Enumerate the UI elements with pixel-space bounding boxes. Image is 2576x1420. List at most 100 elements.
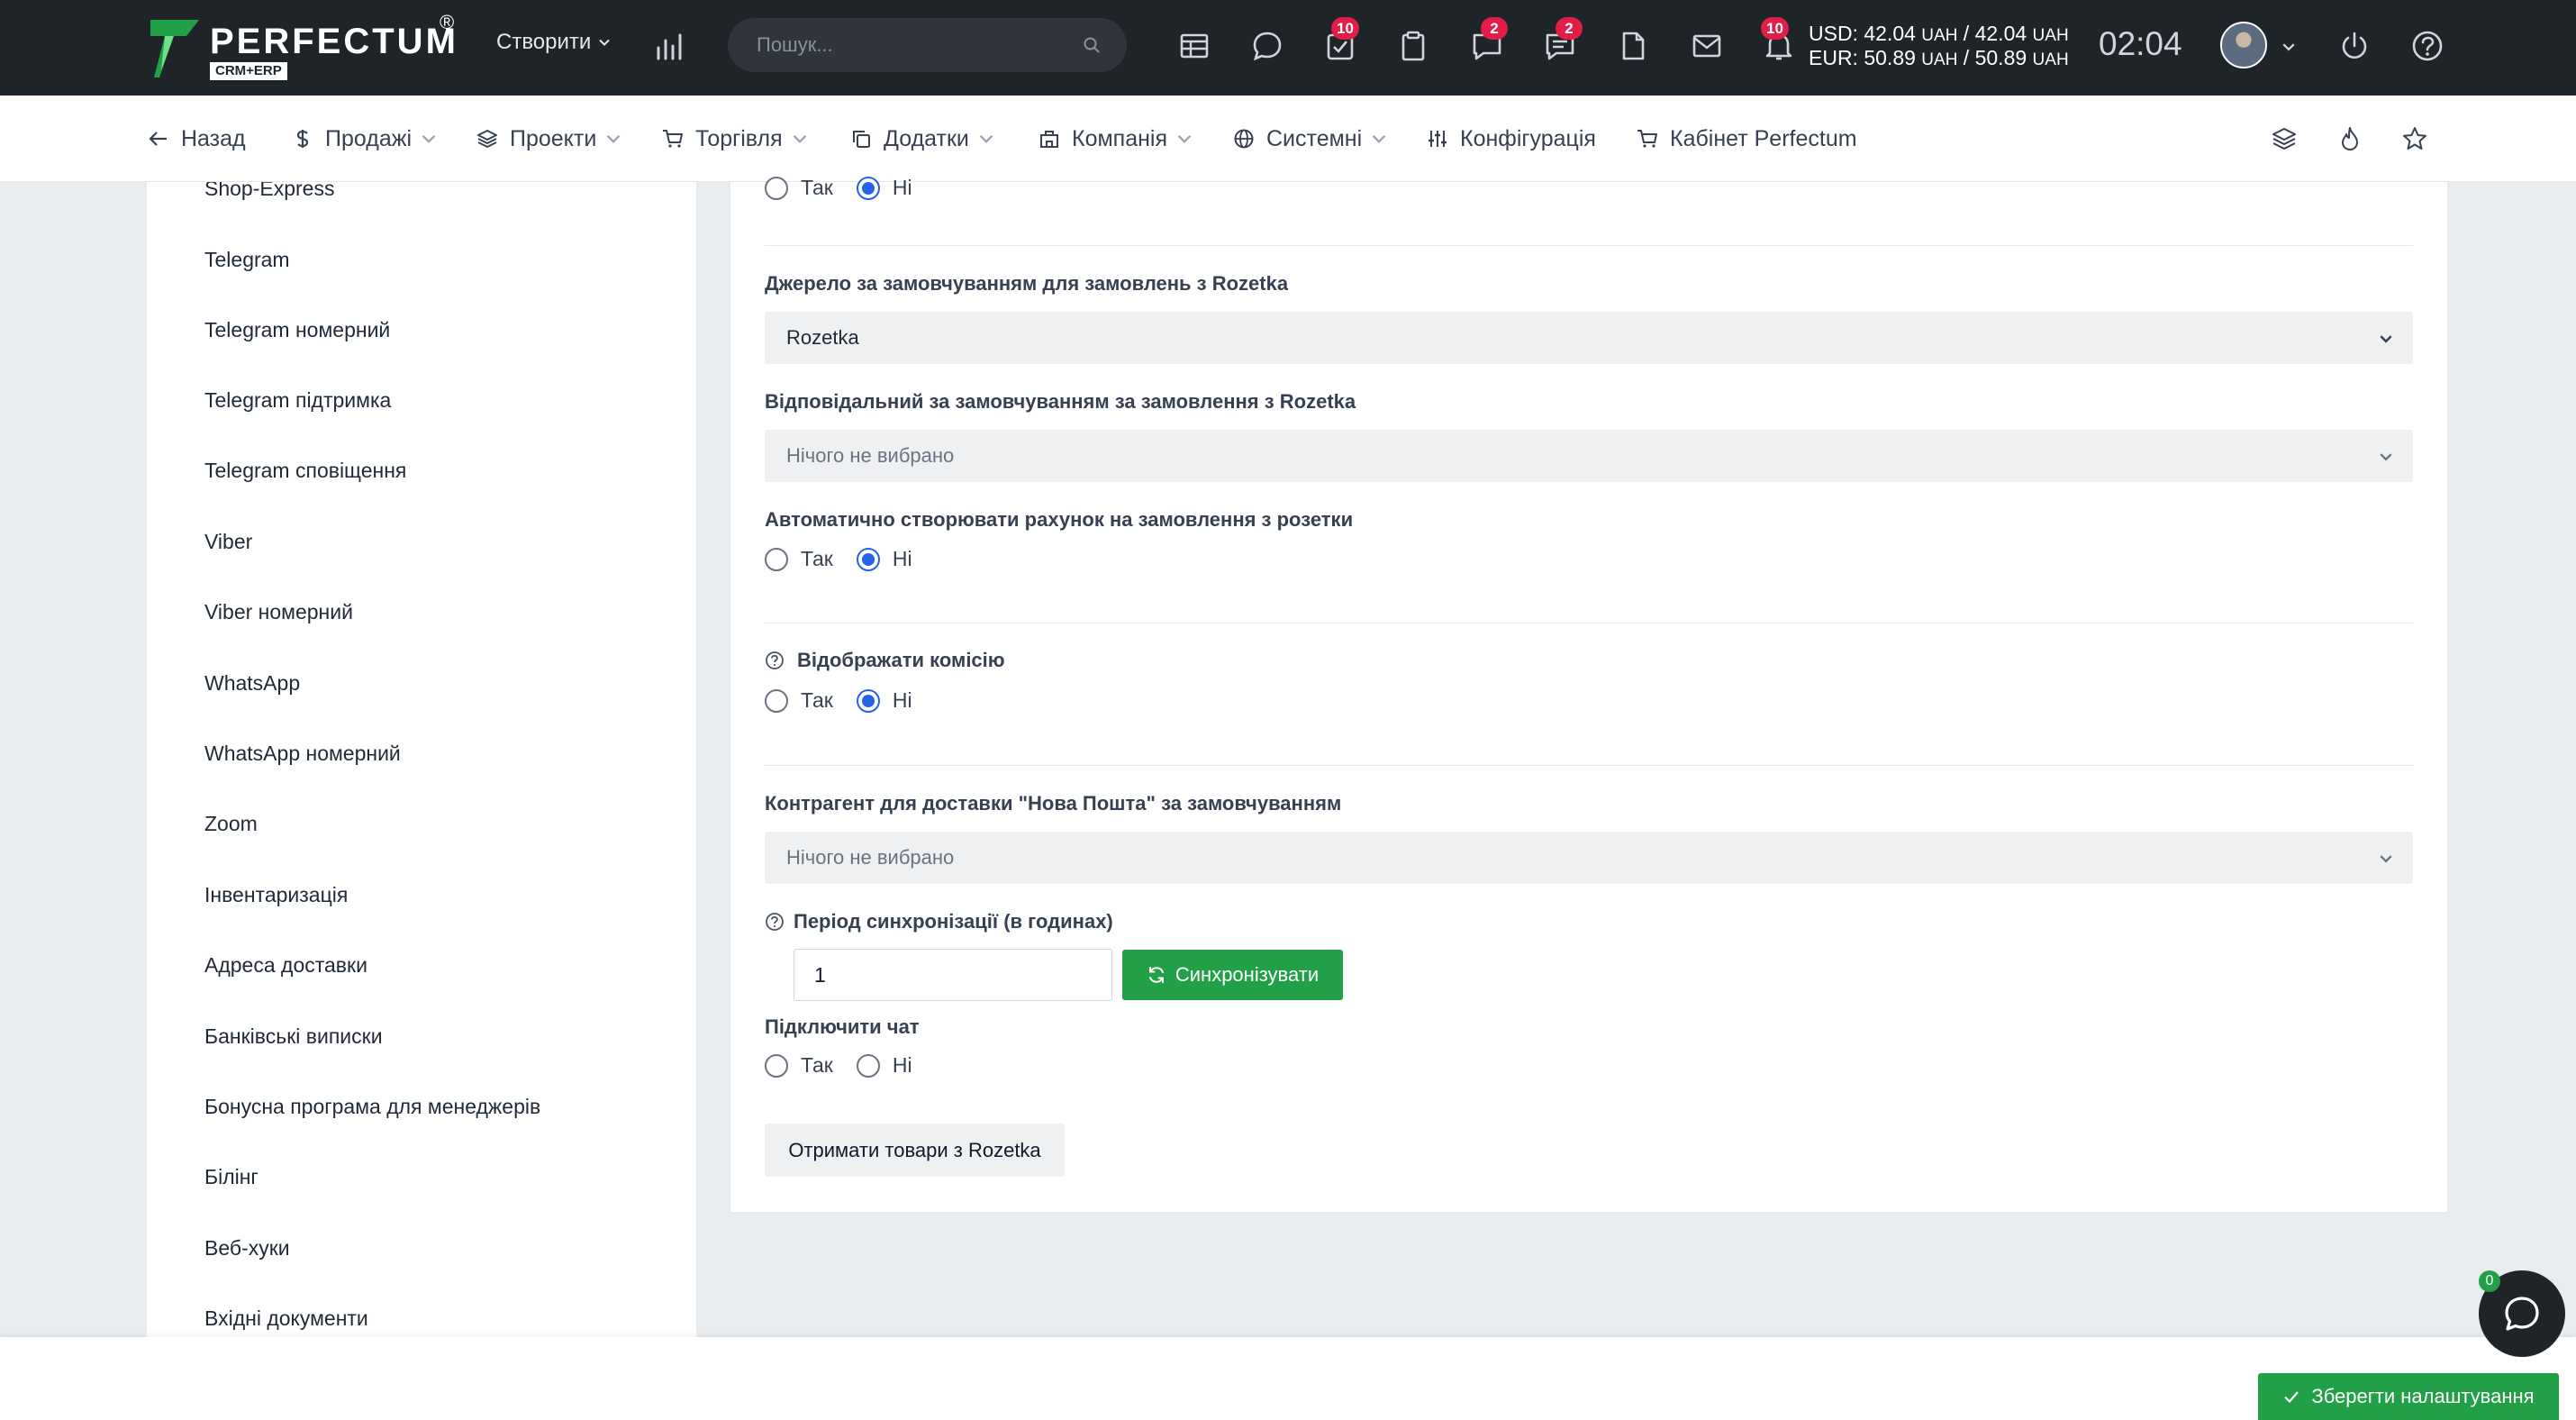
rozetka-settings-panel: Так Ні Джерело за замовчуванням для замо… <box>730 176 2447 1212</box>
usd-unit-2: UAH <box>2032 26 2069 45</box>
sidebar-item-billing[interactable]: Білінг <box>204 1165 259 1189</box>
chat-no-radio[interactable] <box>856 1053 880 1078</box>
sidebar-item-telegram-support[interactable]: Telegram підтримка <box>204 388 391 413</box>
radio-group-previous: Так Ні <box>765 176 936 200</box>
nav-company[interactable]: Компанія <box>1038 123 1193 155</box>
sync-period-label-row: Період синхронізації (в годинах) <box>765 910 1113 933</box>
calendar-table-icon[interactable] <box>1176 28 1212 64</box>
globe-icon <box>1234 129 1254 149</box>
dollar-icon <box>296 130 309 148</box>
sidebar-item-telegram-notifications[interactable]: Telegram сповіщення <box>204 459 406 483</box>
nav-sales[interactable]: Продажі <box>291 123 437 155</box>
perfectum-logo[interactable]: PERFECTUM ® CRM+ERP <box>147 11 458 83</box>
sidebar-item-webhooks[interactable]: Веб-хуки <box>204 1236 290 1261</box>
layers-icon[interactable] <box>2270 124 2299 153</box>
nav-trade-label: Торгівля <box>695 125 783 151</box>
flame-icon[interactable] <box>2336 124 2364 153</box>
sidebar-item-viber[interactable]: Viber <box>204 530 252 554</box>
help-circle-icon[interactable] <box>765 651 785 670</box>
cart-icon <box>663 130 683 148</box>
help-icon[interactable] <box>2409 28 2445 64</box>
help-circle-icon[interactable] <box>765 912 785 932</box>
nav-config[interactable]: Конфігурація <box>1426 123 1596 155</box>
radio-yes[interactable] <box>765 176 788 200</box>
sidebar-item-whatsapp-number[interactable]: WhatsApp номерний <box>204 742 401 766</box>
chevron-down-icon <box>607 134 621 143</box>
sidebar-item-delivery-address[interactable]: Адреса доставки <box>204 953 367 978</box>
nav-cabinet-label: Кабінет Perfectum <box>1670 125 1857 151</box>
sidebar-item-whatsapp[interactable]: WhatsApp <box>204 671 300 696</box>
nova-poshta-select[interactable]: Нічого не вибрано <box>765 832 2413 884</box>
search-box[interactable] <box>728 18 1127 72</box>
nav-sales-label: Продажі <box>325 125 412 151</box>
create-menu-button[interactable]: Створити <box>496 30 611 55</box>
sidebar-item-bank-statements[interactable]: Банківські виписки <box>204 1024 383 1049</box>
save-settings-button[interactable]: Зберегти налаштування <box>2258 1373 2559 1420</box>
commission-yes-radio[interactable] <box>765 688 788 713</box>
nav-cabinet[interactable]: Кабінет Perfectum <box>1636 123 1857 155</box>
auto-invoice-label: Автоматично створювати рахунок на замовл… <box>765 508 1354 531</box>
user-avatar[interactable] <box>2220 22 2267 68</box>
auto-invoice-no-radio[interactable] <box>856 547 880 571</box>
responsible-select[interactable]: Нічого не вибрано <box>765 430 2413 482</box>
sidebar-item-zoom[interactable]: Zoom <box>204 812 258 836</box>
sidebar-item-incoming-documents[interactable]: Вхідні документи <box>204 1306 368 1331</box>
logo-subtitle: CRM+ERP <box>210 62 287 80</box>
chevron-down-icon <box>979 134 993 143</box>
nav-trade[interactable]: Торгівля <box>661 123 808 155</box>
sync-period-input[interactable] <box>794 949 1112 1001</box>
divider <box>765 245 2413 246</box>
nav-system[interactable]: Системні <box>1232 123 1387 155</box>
chat-yes-radio[interactable] <box>765 1053 788 1078</box>
commission-label: Відображати комісію <box>797 649 1005 671</box>
search-input[interactable] <box>757 27 1063 63</box>
nav-projects[interactable]: Проекти <box>476 123 621 155</box>
logo-mark-icon <box>150 20 199 77</box>
chat-bubble-icon <box>2505 1297 2539 1331</box>
sidebar-item-telegram-number[interactable]: Telegram номерний <box>204 318 390 342</box>
comments-badge: 2 <box>1556 17 1583 40</box>
radio-no-label: Ні <box>892 176 912 199</box>
chat-radio-group: Так Ні <box>765 1053 936 1078</box>
eur-rate: EUR: 50.89 <box>1809 46 1916 69</box>
mail-icon[interactable] <box>1689 28 1725 64</box>
layers-icon <box>477 130 497 148</box>
commission-label-row: Відображати комісію <box>765 649 1005 672</box>
power-icon[interactable] <box>2336 28 2372 64</box>
commission-no-radio[interactable] <box>856 688 880 713</box>
settings-sidebar: Shop-Express Telegram Telegram номерний … <box>147 182 696 1337</box>
clipboard-icon[interactable] <box>1395 28 1431 64</box>
nav-back-label: Назад <box>181 125 246 151</box>
nav-config-label: Конфігурація <box>1460 125 1596 151</box>
sidebar-item-inventory[interactable]: Інвентаризація <box>204 883 348 907</box>
nav-addons-label: Додатки <box>884 125 969 151</box>
sidebar-item-bonus-program[interactable]: Бонусна програма для менеджерів <box>204 1095 540 1119</box>
chevron-down-icon[interactable] <box>2281 40 2296 54</box>
sync-button[interactable]: Синхронізувати <box>1122 950 1343 1000</box>
auto-invoice-yes-radio[interactable] <box>765 547 788 571</box>
chat-widget-badge: 0 <box>2479 1270 2500 1292</box>
logo-registered: ® <box>440 11 455 33</box>
get-products-button[interactable]: Отримати товари з Rozetka <box>765 1124 1065 1177</box>
sidebar-item-shop-express[interactable]: Shop-Express <box>204 182 334 201</box>
tasks-badge: 10 <box>1331 17 1359 40</box>
sliders-icon <box>1429 131 1447 147</box>
nav-back[interactable]: Назад <box>147 123 246 155</box>
usd-rate: USD: 42.04 <box>1809 22 1916 45</box>
chat-bubble-icon[interactable] <box>1249 28 1285 64</box>
eur-rate-2: / 50.89 <box>1957 46 2027 69</box>
radio-no[interactable] <box>856 176 880 200</box>
nav-addons[interactable]: Додатки <box>849 123 994 155</box>
copy-icon <box>853 131 870 148</box>
star-icon[interactable] <box>2400 124 2429 153</box>
source-select[interactable]: Rozetka <box>765 312 2413 364</box>
bar-chart-icon[interactable] <box>651 28 687 64</box>
sidebar-item-telegram[interactable]: Telegram <box>204 248 290 272</box>
search-icon[interactable] <box>1083 36 1101 54</box>
document-icon[interactable] <box>1615 28 1651 64</box>
logo-text: PERFECTUM <box>210 22 458 61</box>
commission-yes-label: Так <box>801 688 833 712</box>
top-bar: PERFECTUM ® CRM+ERP Створити 10 2 2 10 U… <box>0 0 2576 96</box>
sidebar-item-viber-number[interactable]: Viber номерний <box>204 600 353 624</box>
chat-no-label: Ні <box>892 1053 912 1077</box>
